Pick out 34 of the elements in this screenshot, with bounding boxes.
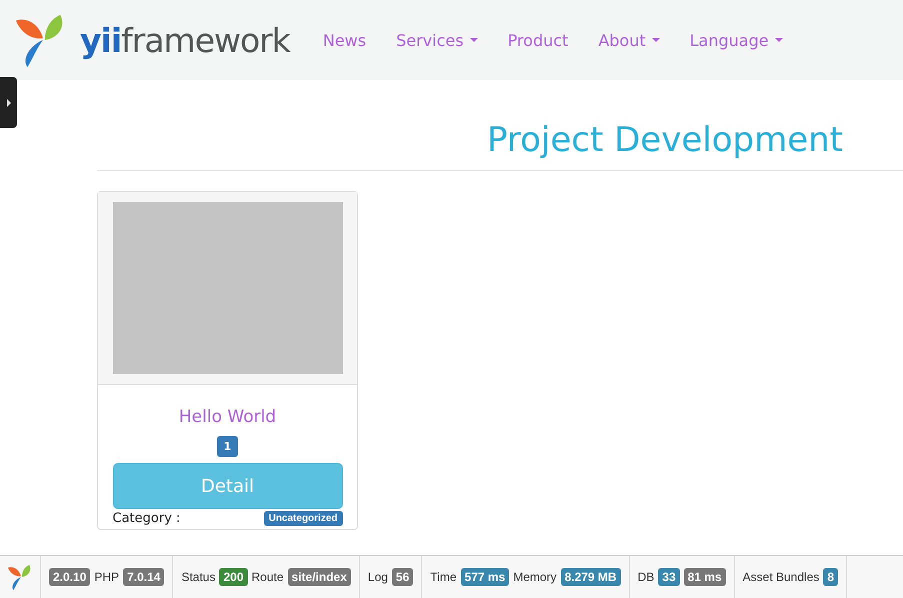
nav-link[interactable]: About xyxy=(583,30,675,50)
debug-label: DB xyxy=(638,570,654,584)
debug-label: Route xyxy=(252,570,284,584)
debug-badge[interactable]: 7.0.14 xyxy=(123,568,164,586)
category-badge[interactable]: Uncategorized xyxy=(264,511,342,526)
debug-label: PHP xyxy=(94,570,120,584)
debug-label: Status xyxy=(181,570,216,584)
post-title[interactable]: Hello World xyxy=(178,407,276,427)
nav-link[interactable]: Services xyxy=(381,30,493,50)
logo-text[interactable]: yiiframework xyxy=(80,20,290,60)
nav-link[interactable]: Product xyxy=(492,30,584,50)
caret-icon xyxy=(652,38,660,42)
debug-badge[interactable]: 81 ms xyxy=(684,568,726,586)
debug-badge[interactable]: 8 xyxy=(823,568,838,586)
debug-badge[interactable]: 2.0.10 xyxy=(49,568,90,586)
debug-badge[interactable]: 200 xyxy=(219,568,248,586)
debug-badge[interactable]: 577 ms xyxy=(460,568,510,586)
caret-icon xyxy=(774,38,783,42)
debug-badge[interactable]: 33 xyxy=(658,568,680,586)
debug-label: Asset Bundles xyxy=(742,570,820,584)
debug-label: Log xyxy=(368,570,388,584)
page-heading: Project Development xyxy=(486,119,843,162)
debug-badge[interactable]: site/index xyxy=(288,568,351,586)
category-label: Category : xyxy=(112,511,180,526)
debug-label: Time xyxy=(430,570,457,584)
nav-link[interactable]: News xyxy=(308,30,382,50)
caret-icon xyxy=(470,38,478,42)
debug-badge[interactable]: 56 xyxy=(392,568,414,586)
detail-button[interactable]: Detail xyxy=(112,463,342,509)
count-badge: 1 xyxy=(216,436,238,457)
panel-toggle-button[interactable] xyxy=(0,77,17,128)
debug-label: Memory xyxy=(513,570,557,584)
nav-link[interactable]: Language xyxy=(674,30,798,50)
debug-badge[interactable]: 8.279 MB xyxy=(560,568,621,586)
